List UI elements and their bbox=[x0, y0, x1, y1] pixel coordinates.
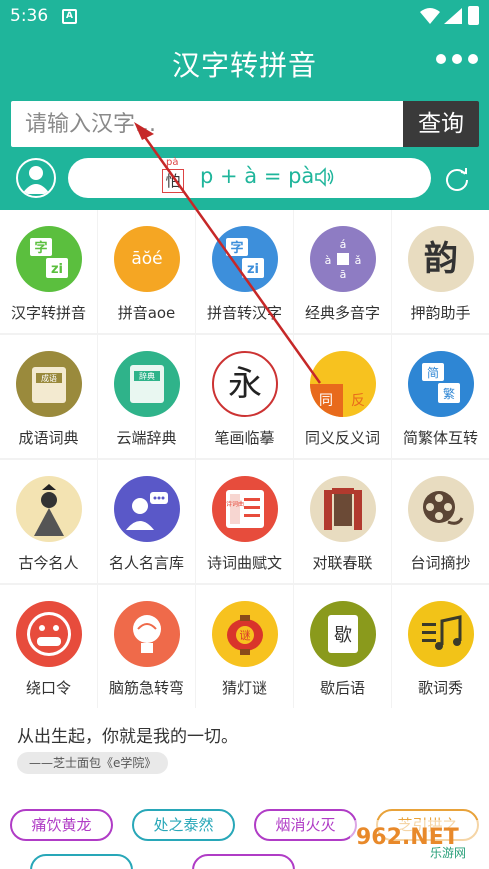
annotation-arrow bbox=[134, 122, 322, 384]
